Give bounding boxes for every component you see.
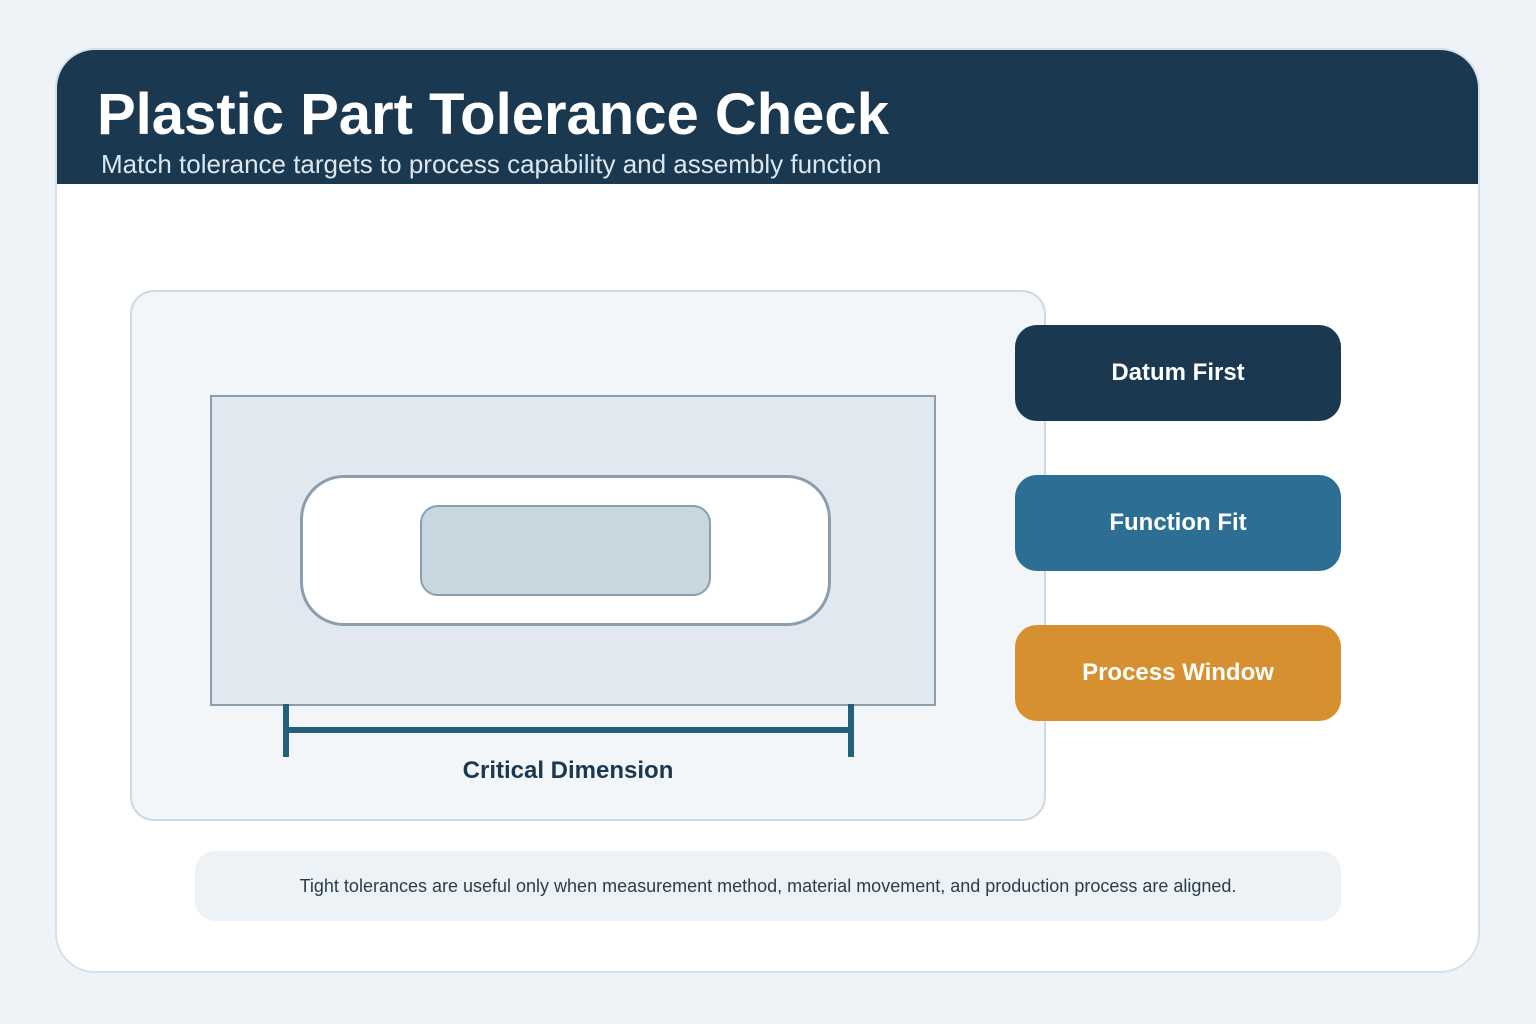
tag-datum-first: Datum First [1015, 325, 1341, 421]
footer-note-text: Tight tolerances are useful only when me… [299, 875, 1237, 896]
tag-function-fit: Function Fit [1015, 475, 1341, 571]
footer-note: Tight tolerances are useful only when me… [195, 851, 1341, 921]
tag-process-window: Process Window [1015, 625, 1341, 721]
dimension-label: Critical Dimension [462, 757, 674, 784]
